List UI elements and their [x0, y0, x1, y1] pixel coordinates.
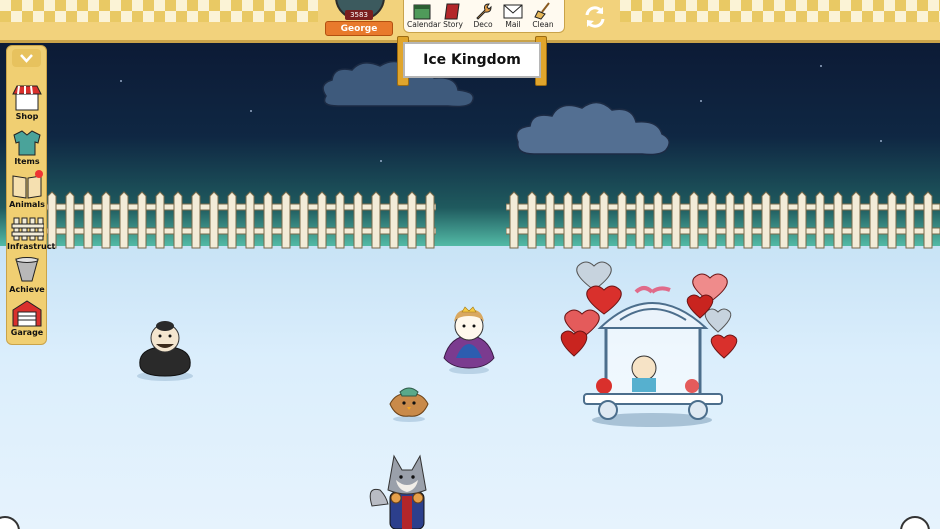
book-icon — [444, 3, 460, 20]
calendar-icon — [413, 4, 431, 20]
fence-picket — [797, 191, 807, 249]
fence-picket — [689, 191, 699, 249]
sidebar-item-infrastruct[interactable]: Infrastruct — [7, 210, 55, 256]
fence-picket — [887, 191, 897, 249]
fence-picket — [101, 191, 111, 249]
sidebar-item-items[interactable]: Items — [7, 125, 47, 171]
checker-pattern-left — [0, 0, 318, 22]
fence-picket — [869, 191, 879, 249]
wolf-character[interactable] — [366, 446, 446, 529]
refresh-icon[interactable] — [581, 3, 609, 31]
fence-picket — [65, 191, 75, 249]
story-button[interactable]: Story — [438, 2, 468, 29]
sidebar-toggle[interactable] — [12, 49, 41, 67]
checker-pattern-right — [620, 0, 940, 22]
mail-button[interactable]: Mail — [498, 2, 528, 29]
fence-picket — [137, 191, 147, 249]
fence-left — [44, 191, 436, 249]
wrench-icon — [476, 3, 492, 20]
fence-picket — [671, 191, 681, 249]
shop-icon — [12, 85, 42, 111]
fence-picket — [191, 191, 201, 249]
items-icon — [13, 130, 41, 156]
clean-button[interactable]: Clean — [528, 2, 558, 29]
sidebar-item-shop[interactable]: Shop — [7, 80, 47, 126]
fence-picket — [371, 191, 381, 249]
garage-icon — [12, 300, 42, 327]
player-name: George — [325, 21, 393, 36]
bird-character[interactable] — [386, 384, 432, 424]
sidebar-item-garage[interactable]: Garage — [7, 296, 47, 342]
location-title: Ice Kingdom — [403, 42, 541, 78]
fence-picket — [389, 191, 399, 249]
fence-picket — [119, 191, 129, 249]
fence-picket — [281, 191, 291, 249]
tool-menu: Calendar Story Deco Mail Clean — [403, 0, 565, 33]
fence-picket — [209, 191, 219, 249]
fence-picket — [707, 191, 717, 249]
broom-icon — [534, 2, 550, 20]
fence-picket — [227, 191, 237, 249]
fence-picket — [833, 191, 843, 249]
animals-book-icon — [12, 170, 43, 199]
sidebar-item-achieve[interactable]: Achieve — [7, 253, 47, 299]
fence-picket — [761, 191, 771, 249]
fence-picket — [851, 191, 861, 249]
fence-picket — [599, 191, 609, 249]
fence-picket — [923, 191, 933, 249]
trophy-cup-icon — [15, 257, 39, 282]
fence-picket — [653, 191, 663, 249]
fence-picket — [407, 191, 417, 249]
fence-picket — [509, 191, 519, 249]
fence-picket — [245, 191, 255, 249]
cloud-right — [515, 101, 670, 156]
carriage-icon[interactable] — [560, 258, 746, 428]
mail-icon — [503, 4, 523, 19]
fence-picket — [83, 191, 93, 249]
fence-picket — [47, 191, 57, 249]
fence-picket — [299, 191, 309, 249]
fence-picket — [335, 191, 345, 249]
deco-button[interactable]: Deco — [468, 2, 498, 29]
fence-picket — [155, 191, 165, 249]
fence-picket — [527, 191, 537, 249]
coin-count: 3583 — [345, 10, 373, 20]
fence-picket — [173, 191, 183, 249]
sidebar-menu: Shop Items Animals Infrastruct Achieve G… — [6, 45, 55, 345]
calendar-button[interactable]: Calendar — [407, 2, 441, 29]
fence-picket — [263, 191, 273, 249]
ice-floor[interactable] — [0, 246, 940, 529]
fence-picket — [317, 191, 327, 249]
bear-character[interactable] — [130, 316, 200, 382]
fence-picket — [779, 191, 789, 249]
fence-picket — [545, 191, 555, 249]
fence-picket — [905, 191, 915, 249]
fence-picket — [581, 191, 591, 249]
player-profile[interactable]: 3583 George — [325, 0, 393, 38]
location-sign: Ice Kingdom — [397, 36, 547, 86]
chevron-down-icon — [20, 54, 33, 63]
sidebar-item-animals[interactable]: Animals — [7, 168, 47, 214]
fence-picket — [353, 191, 363, 249]
fence-icon — [11, 217, 44, 241]
fence-picket — [425, 191, 435, 249]
fence-picket — [743, 191, 753, 249]
princess-character[interactable] — [436, 306, 502, 376]
fence-picket — [617, 191, 627, 249]
fence-picket — [635, 191, 645, 249]
fence-picket — [563, 191, 573, 249]
fence-picket — [725, 191, 735, 249]
fence-picket — [815, 191, 825, 249]
fence-right — [506, 191, 940, 249]
